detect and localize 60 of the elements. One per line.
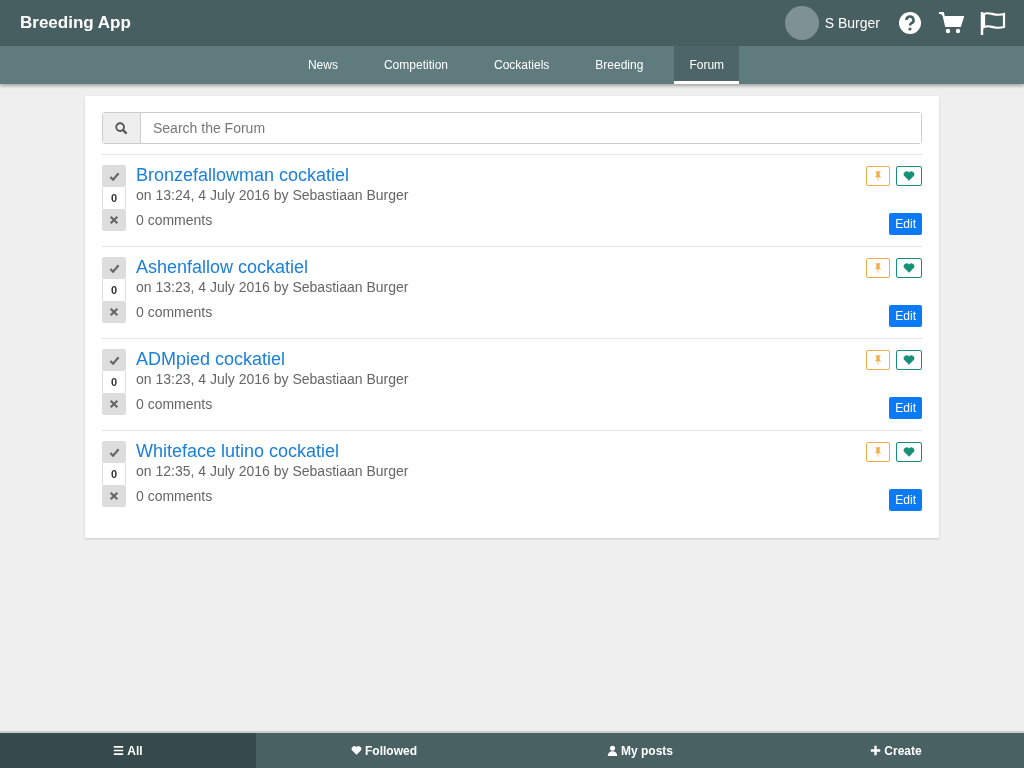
post-title-link[interactable]: Ashenfallow cockatiel: [136, 257, 866, 277]
upvote-button[interactable]: [102, 441, 126, 463]
edit-button[interactable]: Edit: [889, 305, 922, 327]
upvote-button[interactable]: [102, 349, 126, 371]
bottom-tab[interactable]: My posts: [512, 733, 768, 768]
post-meta: on 13:23, 4 July 2016 by Sebastiaan Burger: [136, 370, 410, 389]
user-icon: [607, 745, 618, 756]
cross-icon: [109, 307, 119, 317]
nav-tab[interactable]: News: [284, 46, 361, 84]
heart-icon: [903, 170, 915, 182]
search-field[interactable]: Search the Forum: [102, 112, 922, 144]
heart-icon: [903, 354, 915, 366]
nav-tab[interactable]: Cockatiels: [471, 46, 573, 84]
heart-icon: [903, 262, 915, 274]
upvote-button[interactable]: [102, 165, 126, 187]
flag-icon[interactable]: [980, 11, 1006, 35]
edit-button[interactable]: Edit: [889, 489, 922, 511]
post-title-link[interactable]: Bronzefallowman cockatiel: [136, 165, 866, 185]
heart-icon: [903, 446, 915, 458]
check-icon: [108, 354, 120, 366]
downvote-button[interactable]: [102, 485, 126, 507]
nav-tab[interactable]: Competition: [360, 46, 471, 84]
bottom-tab[interactable]: Create: [768, 733, 1024, 768]
post-title-link[interactable]: Whiteface lutino cockatiel: [136, 441, 866, 461]
plus-icon: [870, 745, 882, 756]
follow-button[interactable]: [896, 166, 922, 186]
downvote-button[interactable]: [102, 301, 126, 323]
check-icon: [108, 262, 120, 274]
check-icon: [108, 446, 120, 458]
cross-icon: [109, 215, 119, 225]
heart-icon: [351, 745, 362, 756]
cross-icon: [109, 399, 119, 409]
edit-button[interactable]: Edit: [889, 397, 922, 419]
list-icon: [113, 745, 125, 756]
check-icon: [108, 170, 120, 182]
nav-tab[interactable]: Breeding: [572, 46, 667, 84]
bottom-tab[interactable]: Followed: [256, 733, 512, 768]
app-title: Breeding App: [20, 13, 131, 33]
follow-button[interactable]: [896, 350, 922, 370]
post-meta: on 13:24, 4 July 2016 by Sebastiaan Burger: [136, 186, 410, 205]
comment-count: 0 comments: [136, 303, 214, 322]
cart-icon[interactable]: [938, 11, 964, 35]
post-title-link[interactable]: ADMpied cockatiel: [136, 349, 866, 369]
nav-tab[interactable]: Forum: [674, 46, 740, 84]
user-name[interactable]: S Burger: [824, 15, 880, 31]
help-icon[interactable]: [898, 11, 922, 35]
post-meta: on 13:23, 4 July 2016 by Sebastiaan Burger: [136, 278, 410, 297]
comment-count: 0 comments: [136, 211, 214, 230]
downvote-button[interactable]: [102, 393, 126, 415]
search-icon: [115, 121, 128, 135]
downvote-button[interactable]: [102, 209, 126, 231]
upvote-button[interactable]: [102, 257, 126, 279]
edit-button[interactable]: Edit: [889, 213, 922, 235]
follow-button[interactable]: [896, 258, 922, 278]
comment-count: 0 comments: [136, 487, 214, 506]
bottom-tab[interactable]: All: [0, 733, 256, 768]
post-meta: on 12:35, 4 July 2016 by Sebastiaan Burger: [136, 462, 410, 481]
comment-count: 0 comments: [136, 395, 214, 414]
cross-icon: [109, 491, 119, 501]
follow-button[interactable]: [896, 442, 922, 462]
